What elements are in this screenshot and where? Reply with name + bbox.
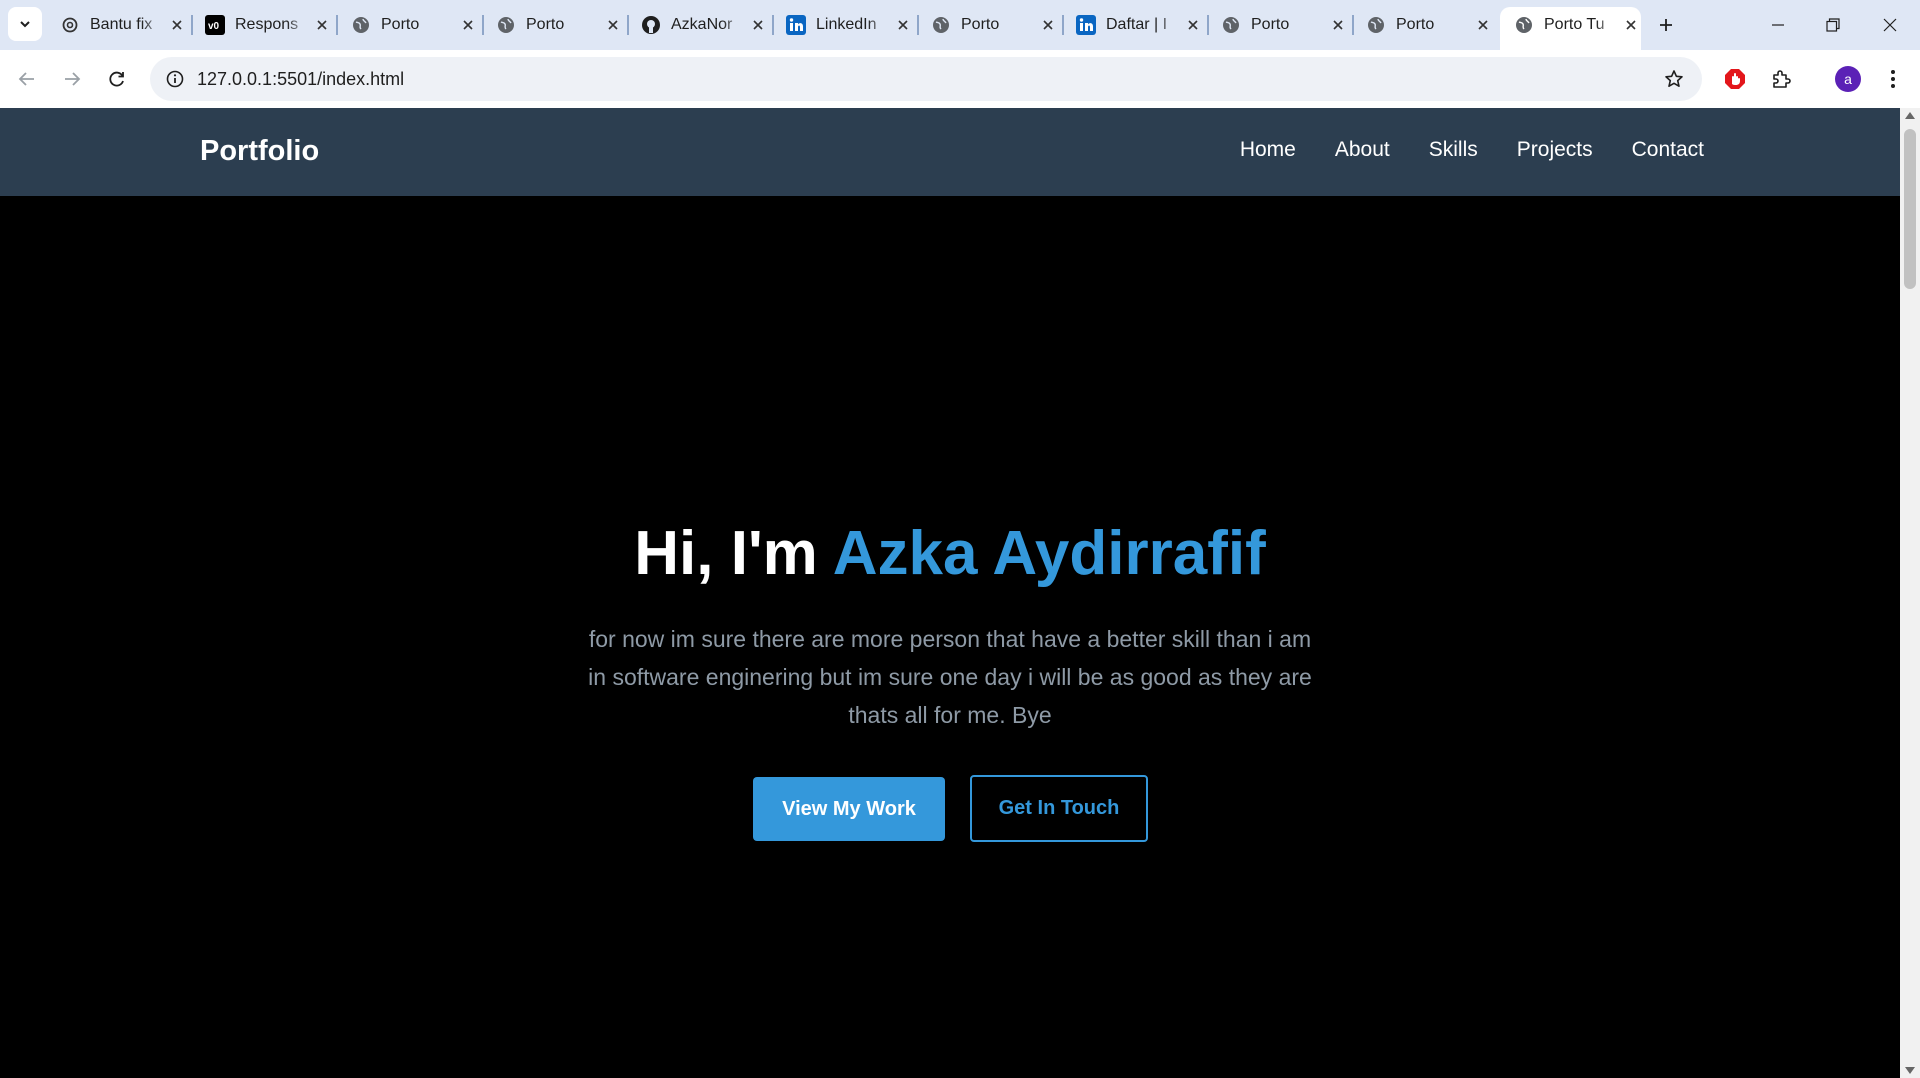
tab-title: Porto: [1251, 16, 1290, 33]
nav-link-projects[interactable]: Projects: [1517, 138, 1593, 162]
close-icon[interactable]: [313, 15, 332, 35]
close-icon[interactable]: [459, 15, 478, 35]
bookmark-star-icon[interactable]: [1660, 65, 1688, 93]
restore-icon: [1826, 18, 1840, 32]
close-icon: [1883, 18, 1897, 32]
globe-icon: [931, 15, 951, 35]
openai-icon: [60, 15, 80, 35]
tab-strip: Bantu fix v0 Respons Porto Porto AzkaNor…: [0, 0, 1920, 50]
tab-title: Bantu fix: [90, 16, 153, 33]
browser-tab[interactable]: Porto: [337, 7, 478, 43]
globe-icon: [496, 15, 516, 35]
back-button[interactable]: [9, 61, 45, 97]
v0-icon: v0: [205, 15, 225, 35]
browser-tab[interactable]: LinkedIn: [772, 7, 913, 43]
browser-tab[interactable]: AzkaNor: [627, 7, 768, 43]
tab-title: Porto: [1396, 16, 1435, 33]
adblock-icon: [1725, 69, 1745, 89]
hero-subtitle: for now im sure there are more person th…: [588, 626, 1312, 728]
arrow-right-icon: [65, 72, 81, 86]
hero-name: Azka Aydirrafif: [832, 519, 1266, 588]
browser-tab-active[interactable]: Porto Tu: [1500, 7, 1641, 50]
reload-button[interactable]: [99, 61, 135, 97]
browser-tab[interactable]: v0 Respons: [191, 7, 332, 43]
plus-icon: [1660, 19, 1672, 31]
tab-search-button[interactable]: [8, 7, 42, 41]
tab-title: Porto: [961, 16, 1000, 33]
tab-title: Respons: [235, 16, 299, 33]
browser-tab[interactable]: Porto: [1207, 7, 1348, 43]
browser-tab[interactable]: Porto: [1352, 7, 1493, 43]
tab-title: LinkedIn: [816, 16, 877, 33]
close-icon[interactable]: [1329, 15, 1348, 35]
arrow-left-icon: [18, 72, 34, 86]
close-icon[interactable]: [749, 15, 768, 35]
adblock-extension-button[interactable]: [1717, 61, 1753, 97]
scroll-down-arrow-icon[interactable]: [1905, 1067, 1915, 1074]
url-text[interactable]: 127.0.0.1:5501/index.html: [197, 69, 404, 90]
globe-icon: [1221, 15, 1241, 35]
reload-icon: [109, 71, 124, 87]
close-icon[interactable]: [1622, 15, 1641, 35]
github-icon: [641, 15, 661, 35]
get-in-touch-button[interactable]: Get In Touch: [970, 775, 1148, 842]
nav-link-contact[interactable]: Contact: [1632, 138, 1704, 162]
site-logo[interactable]: Portfolio: [200, 135, 319, 168]
browser-tab[interactable]: Daftar | I: [1062, 7, 1203, 43]
nav-links: Home About Skills Projects Contact: [1240, 138, 1704, 162]
close-icon[interactable]: [1184, 15, 1203, 35]
close-window-button[interactable]: [1870, 5, 1910, 45]
page-scrollbar[interactable]: [1900, 108, 1920, 1078]
linkedin-icon: [1076, 15, 1096, 35]
minimize-icon: [1772, 24, 1784, 26]
close-icon[interactable]: [894, 15, 913, 35]
browser-tab[interactable]: Bantu fix: [46, 7, 187, 43]
hero-greeting: Hi, I'm: [634, 519, 833, 588]
view-my-work-button[interactable]: View My Work: [753, 777, 945, 841]
site-navbar: Portfolio Home About Skills Projects Con…: [0, 108, 1900, 196]
forward-button[interactable]: [54, 61, 90, 97]
browser-toolbar: 127.0.0.1:5501/index.html a: [0, 50, 1920, 108]
browser-tab[interactable]: Porto: [482, 7, 623, 43]
kebab-menu-icon: [1891, 70, 1895, 88]
globe-icon: [1514, 15, 1534, 35]
scrollbar-thumb[interactable]: [1904, 129, 1916, 289]
address-bar[interactable]: 127.0.0.1:5501/index.html: [150, 57, 1702, 101]
tab-title: Porto: [526, 16, 565, 33]
browser-menu-button[interactable]: [1875, 61, 1911, 97]
hero-heading: Hi, I'm Azka Aydirrafif: [0, 518, 1900, 589]
globe-icon: [351, 15, 371, 35]
extensions-button[interactable]: [1763, 61, 1799, 97]
page-viewport: Portfolio Home About Skills Projects Con…: [0, 108, 1900, 1078]
close-icon[interactable]: [604, 15, 623, 35]
site-info-icon[interactable]: [160, 64, 190, 94]
linkedin-icon: [786, 15, 806, 35]
svg-text:v0: v0: [208, 21, 220, 32]
browser-tab[interactable]: Porto: [917, 7, 1058, 43]
globe-icon: [1366, 15, 1386, 35]
puzzle-icon: [1773, 70, 1791, 88]
nav-link-about[interactable]: About: [1335, 138, 1390, 162]
tab-title: AzkaNor: [671, 16, 733, 33]
close-icon[interactable]: [1039, 15, 1058, 35]
chevron-down-icon: [20, 21, 30, 28]
tab-title: Porto Tu: [1544, 16, 1605, 33]
nav-link-skills[interactable]: Skills: [1429, 138, 1478, 162]
new-tab-button[interactable]: [1652, 11, 1680, 39]
scroll-up-arrow-icon[interactable]: [1905, 112, 1915, 119]
profile-avatar[interactable]: a: [1835, 66, 1861, 92]
close-icon[interactable]: [1474, 15, 1493, 35]
restore-button[interactable]: [1813, 5, 1853, 45]
minimize-button[interactable]: [1758, 5, 1798, 45]
tab-title: Daftar | I: [1106, 16, 1168, 33]
close-icon[interactable]: [168, 15, 187, 35]
nav-link-home[interactable]: Home: [1240, 138, 1296, 162]
tab-title: Porto: [381, 16, 420, 33]
